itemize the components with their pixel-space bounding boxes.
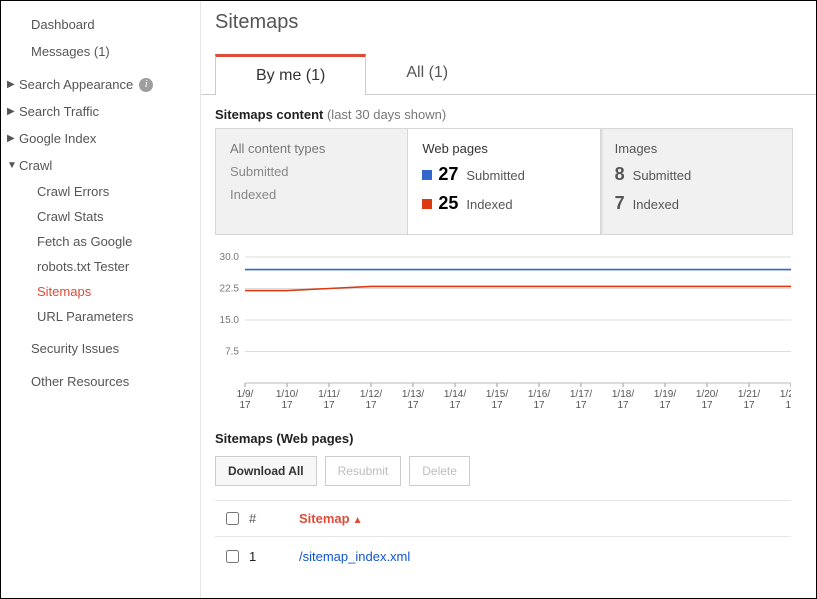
svg-text:17: 17	[491, 400, 503, 411]
svg-text:1/15/: 1/15/	[486, 389, 508, 400]
collapse-icon: ▼	[7, 160, 17, 171]
svg-text:1/11/: 1/11/	[318, 389, 340, 400]
sidebar-item-search-traffic[interactable]: ▶Search Traffic	[1, 98, 200, 125]
svg-text:17: 17	[701, 400, 713, 411]
sidebar-item-sitemaps[interactable]: Sitemaps	[1, 279, 200, 304]
sidebar-item-security-issues[interactable]: Security Issues	[1, 335, 200, 362]
sidebar-item-messages[interactable]: Messages (1)	[1, 38, 200, 65]
svg-text:1/17/: 1/17/	[570, 389, 592, 400]
svg-text:7.5: 7.5	[225, 347, 239, 358]
svg-text:1/12/: 1/12/	[360, 389, 382, 400]
card-title: Web pages	[422, 141, 585, 156]
svg-text:15.0: 15.0	[220, 315, 240, 326]
svg-text:1/13/: 1/13/	[402, 389, 424, 400]
sitemaps-content-label: Sitemaps content (last 30 days shown)	[215, 107, 816, 122]
svg-text:22.5: 22.5	[220, 284, 240, 295]
sidebar-item-fetch-as-google[interactable]: Fetch as Google	[1, 229, 200, 254]
svg-text:17: 17	[407, 400, 419, 411]
card-images[interactable]: Images 8 Submitted 7 Indexed	[601, 129, 792, 234]
table-header: # Sitemap▲	[215, 500, 791, 537]
svg-text:17: 17	[281, 400, 293, 411]
svg-text:17: 17	[323, 400, 335, 411]
main-content: Sitemaps By me (1) All (1) Sitemaps cont…	[201, 1, 816, 598]
svg-text:17: 17	[239, 400, 251, 411]
select-all-checkbox[interactable]	[226, 512, 239, 525]
sidebar-item-url-parameters[interactable]: URL Parameters	[1, 304, 200, 329]
row-checkbox[interactable]	[226, 550, 239, 563]
sort-asc-icon: ▲	[353, 515, 363, 526]
col-sitemap[interactable]: Sitemap▲	[299, 511, 362, 526]
sitemap-link[interactable]: /sitemap_index.xml	[299, 549, 410, 564]
tab-all[interactable]: All (1)	[366, 54, 488, 94]
sidebar-item-google-index[interactable]: ▶Google Index	[1, 125, 200, 152]
expand-icon: ▶	[7, 133, 17, 144]
table-row: 1 /sitemap_index.xml	[215, 537, 791, 576]
svg-text:17: 17	[743, 400, 755, 411]
row-number: 1	[249, 549, 299, 564]
svg-text:1/21/: 1/21/	[738, 389, 760, 400]
svg-text:1/22/: 1/22/	[780, 389, 791, 400]
sidebar-item-dashboard[interactable]: Dashboard	[1, 11, 200, 38]
sidebar-item-search-appearance[interactable]: ▶Search Appearancei	[1, 71, 200, 98]
svg-text:1/10/: 1/10/	[276, 389, 298, 400]
resubmit-button[interactable]: Resubmit	[325, 456, 402, 486]
card-web-pages[interactable]: Web pages 27 Submitted 25 Indexed	[407, 129, 600, 234]
sidebar-item-robots-tester[interactable]: robots.txt Tester	[1, 254, 200, 279]
card-title: Images	[615, 141, 778, 156]
svg-text:1/14/: 1/14/	[444, 389, 466, 400]
info-icon: i	[139, 78, 153, 92]
sidebar: Dashboard Messages (1) ▶Search Appearanc…	[1, 1, 201, 598]
svg-text:17: 17	[533, 400, 545, 411]
expand-icon: ▶	[7, 79, 17, 90]
legend-square-blue	[422, 170, 432, 180]
submitted-count: 27	[438, 164, 458, 185]
card-title: All content types	[230, 141, 393, 156]
submitted-label: Submitted	[230, 164, 393, 179]
sidebar-item-other-resources[interactable]: Other Resources	[1, 368, 200, 395]
content-type-cards: All content types Submitted Indexed Web …	[215, 128, 793, 235]
svg-text:1/19/: 1/19/	[654, 389, 676, 400]
submitted-label: Submitted	[633, 168, 692, 183]
indexed-count: 25	[438, 193, 458, 214]
sidebar-item-crawl[interactable]: ▼Crawl	[1, 152, 200, 179]
col-number[interactable]: #	[249, 511, 299, 526]
delete-button[interactable]: Delete	[409, 456, 470, 486]
table-title: Sitemaps (Web pages)	[215, 431, 816, 446]
expand-icon: ▶	[7, 106, 17, 117]
svg-text:30.0: 30.0	[220, 253, 240, 263]
svg-text:1/16/: 1/16/	[528, 389, 550, 400]
svg-text:17: 17	[365, 400, 377, 411]
indexed-count: 7	[615, 193, 625, 214]
sidebar-item-crawl-stats[interactable]: Crawl Stats	[1, 204, 200, 229]
svg-text:1/9/: 1/9/	[237, 389, 254, 400]
sitemaps-chart: 7.515.022.530.01/9/171/10/171/11/171/12/…	[215, 253, 791, 413]
svg-text:17: 17	[785, 400, 791, 411]
tabs: By me (1) All (1)	[201, 54, 816, 95]
svg-text:1/20/: 1/20/	[696, 389, 718, 400]
legend-square-red	[422, 199, 432, 209]
svg-text:17: 17	[575, 400, 587, 411]
submitted-label: Submitted	[466, 168, 525, 183]
svg-text:17: 17	[617, 400, 629, 411]
page-title: Sitemaps	[215, 11, 816, 34]
submitted-count: 8	[615, 164, 625, 185]
download-all-button[interactable]: Download All	[215, 456, 317, 486]
svg-text:1/18/: 1/18/	[612, 389, 634, 400]
card-all-content-types[interactable]: All content types Submitted Indexed	[216, 129, 407, 234]
indexed-label: Indexed	[230, 187, 393, 202]
indexed-label: Indexed	[633, 197, 679, 212]
svg-text:17: 17	[659, 400, 671, 411]
indexed-label: Indexed	[466, 197, 512, 212]
sidebar-item-crawl-errors[interactable]: Crawl Errors	[1, 179, 200, 204]
svg-text:17: 17	[449, 400, 461, 411]
tab-by-me[interactable]: By me (1)	[215, 54, 366, 95]
